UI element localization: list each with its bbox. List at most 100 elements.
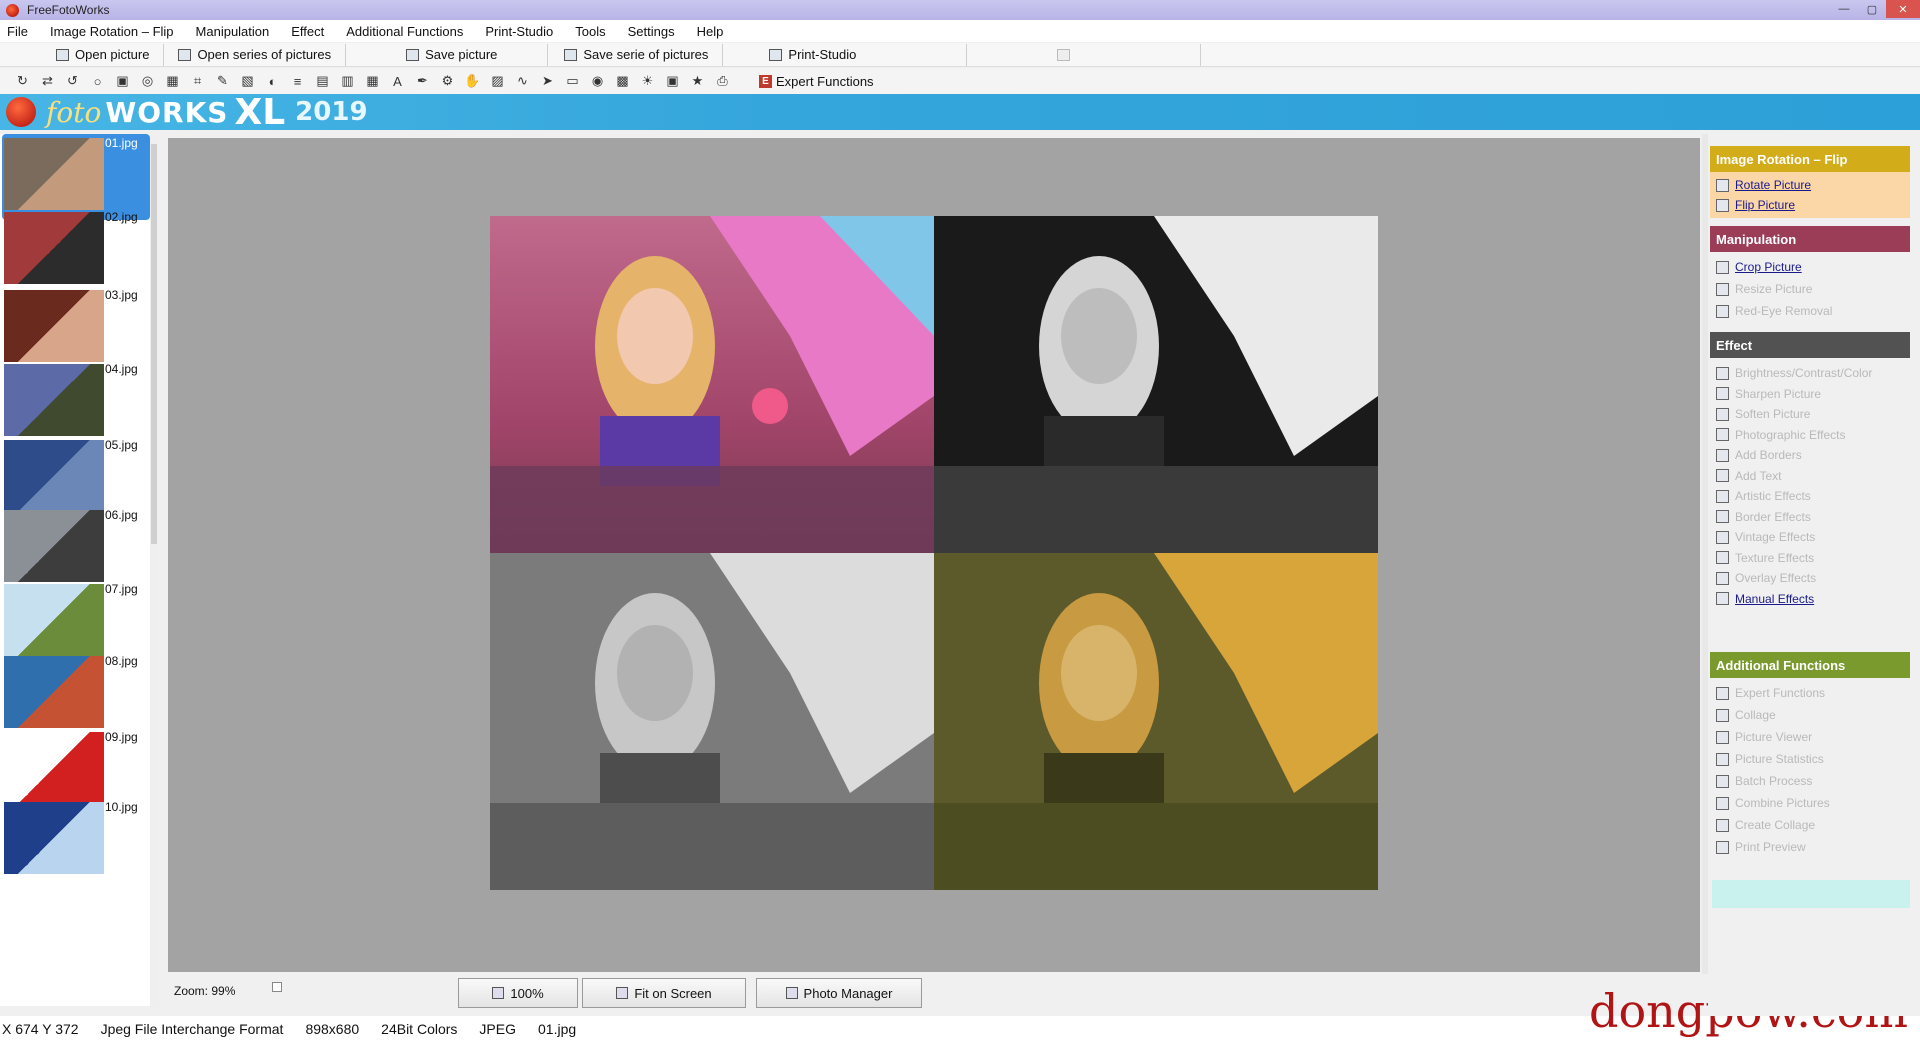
thumbnail-filename: 01.jpg (105, 136, 138, 150)
expert-functions-label: Expert Functions (776, 73, 874, 89)
sun-icon[interactable]: ☀ (639, 73, 656, 90)
effect-item[interactable]: Overlay Effects (1716, 569, 1816, 587)
open-series-button[interactable]: Open series of pictures (164, 43, 347, 66)
rotate-picture-link[interactable]: Rotate Picture (1716, 176, 1811, 194)
additional-item[interactable]: Expert Functions (1716, 684, 1825, 702)
menu-manipulation[interactable]: Manipulation (185, 24, 281, 39)
photo-manager-label: Photo Manager (803, 985, 893, 1001)
menu-print-studio[interactable]: Print-Studio (474, 24, 564, 39)
effect-item-icon (1716, 428, 1729, 441)
arrow-icon[interactable]: ➤ (539, 73, 556, 90)
effect-item[interactable]: Soften Picture (1716, 405, 1810, 423)
additional-item[interactable]: Picture Statistics (1716, 750, 1824, 768)
pen-icon[interactable]: ✒ (414, 73, 431, 90)
table-icon[interactable]: ▦ (364, 73, 381, 90)
zoom-100-button[interactable]: 100% (458, 978, 578, 1008)
effect-item[interactable]: Border Effects (1716, 508, 1811, 526)
additional-item[interactable]: Collage (1716, 706, 1776, 724)
thumbnail-scrollbar[interactable] (150, 134, 158, 1006)
menu-settings[interactable]: Settings (617, 24, 686, 39)
scrollbar-thumb[interactable] (151, 144, 157, 544)
effect-item[interactable]: Texture Effects (1716, 549, 1814, 567)
print-icon[interactable]: ⎙ (714, 73, 731, 90)
additional-section-header[interactable]: Additional Functions (1710, 652, 1910, 678)
crop-icon[interactable]: ⌗ (189, 73, 206, 90)
circle-icon[interactable]: ○ (89, 73, 106, 90)
text-icon[interactable]: A (389, 73, 406, 90)
menu-additional-functions[interactable]: Additional Functions (335, 24, 474, 39)
effect-item[interactable]: Manual Effects (1716, 590, 1814, 608)
effect-item-label: Border Effects (1735, 509, 1811, 524)
frame-icon[interactable]: ▣ (114, 73, 131, 90)
mosaic-icon[interactable]: ▩ (614, 73, 631, 90)
rotate-icon[interactable]: ↻ (14, 73, 31, 90)
open-picture-button[interactable]: Open picture (0, 43, 165, 66)
thumbnail-item[interactable]: 02.jpg (2, 208, 150, 294)
thumbnail-item[interactable]: 04.jpg (2, 360, 150, 446)
grid-icon[interactable]: ▦ (164, 73, 181, 90)
effect-item[interactable]: Add Text (1716, 467, 1781, 485)
menu-tools[interactable]: Tools (564, 24, 616, 39)
additional-item[interactable]: Batch Process (1716, 772, 1812, 790)
brush-icon[interactable]: ✎ (214, 73, 231, 90)
close-button[interactable]: ✕ (1886, 0, 1920, 18)
adjust-icon[interactable]: ◐ (264, 73, 281, 90)
effect-item[interactable]: Vintage Effects (1716, 528, 1815, 546)
additional-item[interactable]: Create Collage (1716, 816, 1815, 834)
effect-section-header[interactable]: Effect (1710, 332, 1910, 358)
effect-item[interactable]: Photographic Effects (1716, 426, 1846, 444)
maximize-button[interactable]: ▢ (1858, 0, 1886, 18)
menu-image-rotation[interactable]: Image Rotation – Flip (39, 24, 185, 39)
rotation-section-header[interactable]: Image Rotation – Flip (1710, 146, 1910, 172)
hand-icon[interactable]: ✋ (464, 73, 481, 90)
status-format: Jpeg File Interchange Format (100, 1021, 284, 1037)
open-picture-label: Open picture (75, 47, 150, 62)
thumbnail-item[interactable]: 08.jpg (2, 652, 150, 738)
effect-item[interactable]: Brightness/Contrast/Color (1716, 364, 1872, 382)
wave-icon[interactable]: ∿ (514, 73, 531, 90)
menu-effect[interactable]: Effect (280, 24, 335, 39)
additional-item[interactable]: Print Preview (1716, 838, 1806, 856)
rotation-section-body: Rotate Picture Flip Picture (1710, 172, 1910, 218)
effect-item[interactable]: Artistic Effects (1716, 487, 1811, 505)
layers-icon[interactable]: ▥ (339, 73, 356, 90)
additional-item-label: Expert Functions (1735, 686, 1826, 700)
print-studio-button[interactable]: Print-Studio (723, 43, 968, 66)
effect-item-icon (1716, 489, 1729, 503)
red-eye-link[interactable]: Red-Eye Removal (1716, 302, 1832, 320)
thumbnail-item[interactable]: 10.jpg (2, 798, 150, 884)
filter-icon[interactable]: ⚙ (439, 73, 456, 90)
star-icon[interactable]: ★ (689, 73, 706, 90)
chart-icon[interactable]: ▨ (489, 73, 506, 90)
menu-file[interactable]: File (4, 24, 39, 39)
spiral-icon[interactable]: ◎ (139, 73, 156, 90)
additional-item[interactable]: Picture Viewer (1716, 728, 1812, 746)
film-icon[interactable]: ▤ (314, 73, 331, 90)
effect-item[interactable]: Sharpen Picture (1716, 385, 1821, 403)
additional-item[interactable]: Combine Pictures (1716, 794, 1830, 812)
fill-icon[interactable]: ▧ (239, 73, 256, 90)
fit-on-screen-button[interactable]: Fit on Screen (582, 978, 746, 1008)
expert-functions-button[interactable]: E Expert Functions (759, 74, 874, 89)
page-icon[interactable]: ▭ (564, 73, 581, 90)
zoom-checkbox[interactable] (272, 982, 282, 992)
save-series-button[interactable]: Save serie of pictures (548, 43, 724, 66)
collage-icon[interactable]: ▣ (664, 73, 681, 90)
thumbnail-image (4, 732, 104, 804)
manipulation-section-header[interactable]: Manipulation (1710, 226, 1910, 252)
levels-icon[interactable]: ≡ (289, 73, 306, 90)
photo-manager-button[interactable]: Photo Manager (756, 978, 922, 1008)
additional-item-label: Batch Process (1735, 774, 1813, 788)
minimize-button[interactable]: — (1830, 0, 1858, 18)
photo-collage[interactable] (490, 216, 1378, 890)
eye-icon[interactable]: ◉ (589, 73, 606, 90)
menu-help[interactable]: Help (686, 24, 735, 39)
crop-picture-link[interactable]: Crop Picture (1716, 258, 1802, 276)
flip-icon[interactable]: ⇄ (39, 73, 56, 90)
save-picture-button[interactable]: Save picture (346, 43, 549, 66)
flip-picture-link[interactable]: Flip Picture (1716, 196, 1795, 214)
resize-picture-link[interactable]: Resize Picture (1716, 280, 1812, 298)
effect-item-icon (1716, 571, 1729, 585)
effect-item[interactable]: Add Borders (1716, 446, 1802, 464)
refresh-icon[interactable]: ↺ (64, 73, 81, 90)
